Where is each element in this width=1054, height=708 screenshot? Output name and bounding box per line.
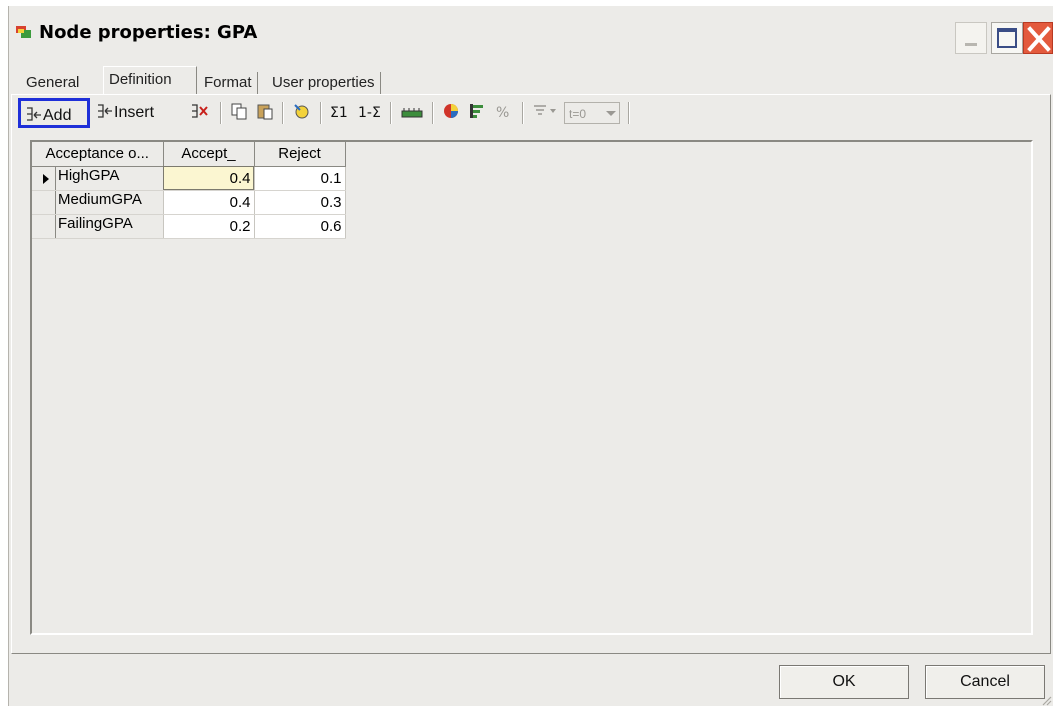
filter-dropdown[interactable]	[532, 98, 560, 128]
column-header-reject[interactable]: Reject	[254, 142, 346, 167]
copy-button[interactable]	[230, 98, 248, 128]
cell-failinggpa-reject[interactable]: 0.6	[254, 214, 346, 239]
minimize-button[interactable]	[955, 22, 987, 54]
triangle-right-icon	[43, 173, 49, 184]
table-row: MediumGPA 0.4 0.3	[32, 190, 346, 215]
paste-icon	[257, 104, 273, 120]
insert-button[interactable]: Insert	[96, 98, 154, 128]
resize-grip-icon[interactable]	[1040, 694, 1052, 706]
time-select[interactable]: t=0	[564, 98, 620, 128]
close-button[interactable]	[1023, 22, 1053, 54]
paste-button[interactable]	[256, 98, 274, 128]
table-row: HighGPA 0.4 0.1	[32, 166, 346, 191]
chevron-down-icon	[606, 111, 616, 116]
row-marker	[35, 214, 56, 238]
row-header-failinggpa[interactable]: FailingGPA	[32, 214, 164, 239]
randomize-icon	[294, 104, 309, 119]
tab-general[interactable]: General	[21, 72, 84, 94]
cell-highgpa-reject[interactable]: 0.1	[254, 166, 346, 191]
bar-chart-button[interactable]	[468, 98, 486, 128]
normalize-icon: Σ1	[330, 105, 348, 121]
bar-chart-icon	[470, 104, 483, 118]
complement-button[interactable]: 1-Σ	[358, 98, 381, 128]
row-header-highgpa[interactable]: HighGPA	[32, 166, 164, 191]
current-row-marker	[35, 166, 56, 190]
normalize-button[interactable]: Σ1	[330, 98, 348, 128]
definition-table: Acceptance o... Accept_ Reject HighGPA 0…	[32, 142, 346, 239]
definition-toolbar: Add Insert Σ1 1-Σ % t=0	[14, 98, 734, 130]
cell-mediumgpa-reject[interactable]: 0.3	[254, 190, 346, 215]
scale-icon	[401, 108, 423, 118]
cancel-button[interactable]: Cancel	[925, 665, 1045, 699]
tab-definition[interactable]: Definition	[103, 66, 197, 94]
table-header-row: Acceptance o... Accept_ Reject	[32, 142, 346, 167]
scale-button[interactable]	[400, 98, 424, 128]
column-header-parent[interactable]: Acceptance o...	[32, 142, 164, 167]
close-icon	[1027, 26, 1051, 52]
add-label: Add	[43, 107, 72, 124]
percent-button[interactable]: %	[496, 98, 509, 128]
definition-grid-area: Acceptance o... Accept_ Reject HighGPA 0…	[30, 140, 1033, 635]
complement-icon: 1-Σ	[358, 105, 381, 121]
title-bar[interactable]: Node properties: GPA	[9, 6, 1053, 60]
delete-column-icon	[192, 104, 208, 118]
copy-icon	[231, 103, 247, 120]
window-title: Node properties: GPA	[39, 22, 258, 43]
tab-user-properties[interactable]: User properties	[267, 72, 381, 94]
cell-mediumgpa-accept[interactable]: 0.4	[163, 190, 255, 215]
time-select-value: t=0	[569, 107, 587, 121]
row-marker	[35, 190, 56, 214]
insert-label: Insert	[114, 104, 155, 121]
cell-failinggpa-accept[interactable]: 0.2	[163, 214, 255, 239]
tab-format[interactable]: Format	[199, 72, 258, 94]
maximize-button[interactable]	[991, 22, 1023, 54]
row-header-mediumgpa[interactable]: MediumGPA	[32, 190, 164, 215]
table-row: FailingGPA 0.2 0.6	[32, 214, 346, 239]
filter-icon	[534, 105, 556, 115]
add-column-icon	[27, 107, 41, 121]
pie-chart-button[interactable]	[442, 98, 460, 128]
randomize-button[interactable]	[292, 98, 312, 128]
delete-column-button[interactable]	[190, 98, 210, 128]
add-button[interactable]: Add	[18, 98, 90, 128]
cell-highgpa-accept[interactable]: 0.4	[163, 166, 255, 191]
node-icon	[16, 26, 31, 38]
ok-button[interactable]: OK	[779, 665, 909, 699]
column-header-accept[interactable]: Accept_	[163, 142, 255, 167]
percent-icon: %	[496, 105, 510, 121]
insert-column-icon	[98, 104, 112, 118]
pie-chart-icon	[444, 104, 458, 118]
